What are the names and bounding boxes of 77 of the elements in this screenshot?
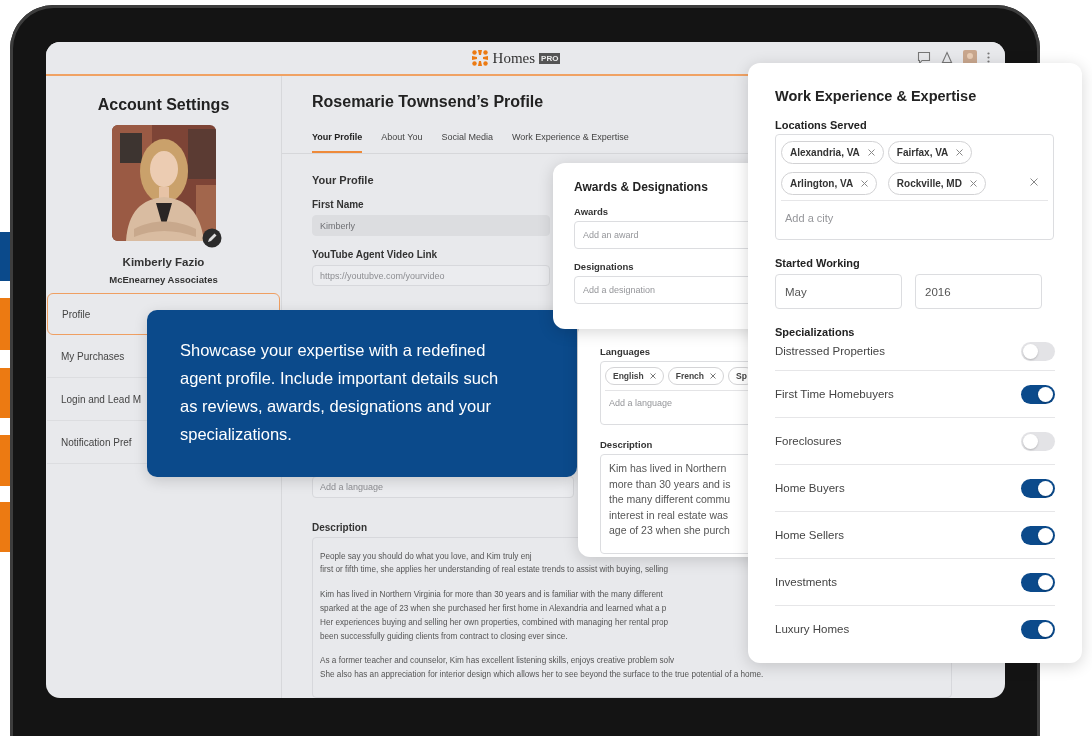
- chip-label: Arlington, VA: [790, 178, 854, 189]
- tooltip-text: Showcase your expertise with a redefined agent profile. Include important details such as reviews, awards, designations and your specializations.: [180, 340, 500, 445]
- more-icon[interactable]: [987, 52, 990, 63]
- year-field[interactable]: 2016: [915, 274, 1042, 309]
- remove-icon[interactable]: [956, 149, 964, 156]
- language-field[interactable]: Add a language: [312, 476, 574, 498]
- specialization-label: Home Sellers: [775, 529, 845, 541]
- remove-icon[interactable]: [867, 149, 875, 156]
- description-line: the many different commu: [609, 493, 731, 505]
- input-field[interactable]: https://youtubve.com/yourvideo: [312, 265, 550, 287]
- toggle-switch[interactable]: [1021, 384, 1055, 404]
- section-title: Your Profile: [312, 174, 374, 186]
- chip-label: Sp: [736, 371, 747, 381]
- field-label: Specializations: [775, 326, 856, 338]
- field-label: Languages: [600, 346, 652, 357]
- chip-label: Rockville, MD: [896, 178, 962, 189]
- month-field[interactable]: May: [775, 274, 902, 309]
- tab[interactable]: Your Profile: [312, 132, 363, 153]
- description-line: interest in real estate was: [609, 508, 729, 521]
- logo-icon: [470, 49, 489, 67]
- chip-label: English: [613, 371, 644, 381]
- field-label: Description: [312, 521, 367, 533]
- card-title: Awards & Designations: [574, 180, 708, 194]
- description-line: Kim has lived in Northern: [609, 462, 727, 474]
- toggle-switch[interactable]: [1021, 525, 1055, 545]
- edit-icon[interactable]: [201, 228, 222, 248]
- toggle-switch[interactable]: [1021, 341, 1055, 361]
- specialization-label: Investments: [775, 576, 837, 588]
- description-line: first or fifth time, she applies her understanding of real estate trends to assist with buying, selling: [320, 565, 669, 575]
- description-line: age of 23 when she purch: [609, 524, 730, 536]
- specialization-label: Home Buyers: [775, 482, 845, 494]
- profile-title: Rosemarie Townsend’s Profile: [312, 93, 544, 111]
- chip-label: Alexandria, VA: [790, 147, 860, 158]
- clear-icon[interactable]: [1030, 178, 1038, 186]
- field-label: Locations Served: [775, 119, 868, 131]
- field-label: YouTube Agent Video Link: [312, 249, 438, 261]
- toggle-switch[interactable]: [1021, 619, 1055, 639]
- field-label: Designations: [574, 261, 634, 272]
- description-line: been successfully guiding clients from contract to closing ever since.: [320, 631, 568, 641]
- locations-field[interactable]: Alexandria, VA Fairfax, VA Arlington, VA Rockville, MD Add a city: [775, 134, 1054, 240]
- description-line: Her experiences buying and selling her own properties, combined with managing her rental prop: [320, 617, 669, 627]
- remove-icon[interactable]: [649, 373, 656, 379]
- remove-icon[interactable]: [969, 180, 977, 187]
- field-label: First Name: [312, 199, 364, 210]
- tab[interactable]: Work Experience & Expertise: [511, 132, 629, 153]
- description-line: more than 30 years and is: [609, 477, 731, 490]
- sidebar-title: Account Settings: [97, 96, 230, 114]
- description-line: She also has an appreciation for interior design which allows her to see beyond the surface to the true potential of a home.: [320, 670, 764, 680]
- specialization-label: First Time Homebuyers: [775, 388, 894, 400]
- field-label: Started Working: [775, 257, 861, 269]
- language-input[interactable]: Add a language: [605, 391, 743, 415]
- agent-name: Kimberly Fazio: [122, 256, 205, 268]
- description-line: sparked at the age of 23 when she purchased her first home in Alexandria and learned what a p: [320, 604, 667, 613]
- specialization-label: Foreclosures: [775, 435, 842, 447]
- pro-badge: PRO: [539, 52, 561, 64]
- field-label: Awards: [574, 206, 609, 217]
- description-line: People say you should do what you love, and Kim truly enj: [320, 551, 532, 561]
- field-label: Description: [600, 439, 654, 450]
- remove-icon[interactable]: [710, 373, 717, 379]
- card-title: Work Experience & Expertise: [775, 88, 978, 104]
- bell-icon[interactable]: [941, 50, 953, 65]
- city-input[interactable]: Add a city: [781, 201, 989, 235]
- toggle-switch[interactable]: [1021, 478, 1055, 498]
- specialization-label: Distressed Properties: [775, 345, 885, 357]
- chip-label: Fairfax, VA: [896, 147, 949, 158]
- tab[interactable]: Social Media: [441, 132, 493, 153]
- toggle-switch[interactable]: [1021, 431, 1055, 451]
- tab[interactable]: About You: [381, 132, 423, 153]
- description-line: As a former teacher and counselor, Kim has excellent listening skills, enjoys creative problem solv: [320, 656, 675, 666]
- description-line: Kim has lived in Northern Virginia for more than 30 years and is familiar with the many different: [320, 590, 663, 600]
- toggle-switch[interactable]: [1021, 572, 1055, 592]
- agent-company: McEnearney Associates: [109, 274, 218, 285]
- remove-icon[interactable]: [861, 180, 869, 187]
- chat-icon[interactable]: [917, 50, 931, 65]
- specialization-label: Luxury Homes: [775, 623, 850, 635]
- brand-name: Homes: [492, 49, 536, 67]
- chip-label: French: [675, 371, 705, 381]
